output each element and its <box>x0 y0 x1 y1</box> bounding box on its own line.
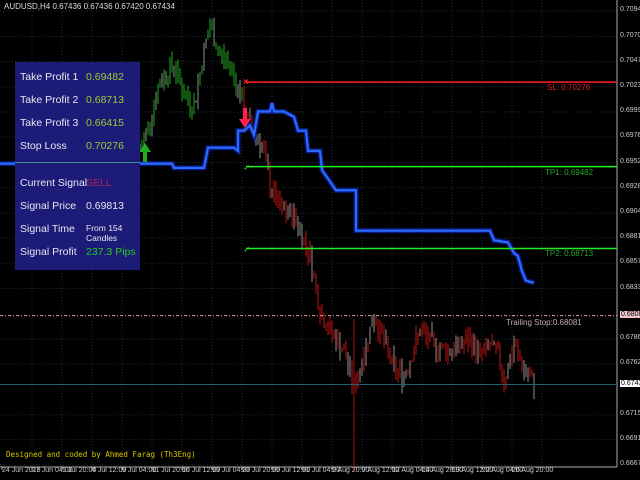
panel-row-value: 237.3 Pips <box>86 246 136 258</box>
price-axis-label: 0.68335 <box>620 283 640 291</box>
panel-row: Take Profit 3 0.66415 <box>20 117 140 131</box>
price-axis-label: 0.67150 <box>620 409 640 417</box>
price-axis-label: 0.66675 <box>620 460 640 468</box>
trading-chart-window: × ✓ ✓ AUDUSD,H4 0.67436 0.67436 0.67420 0.… <box>0 0 640 480</box>
price-axis-label: 0.70470 <box>620 56 640 64</box>
price-axis-label: 0.69760 <box>620 132 640 140</box>
price-axis-label: 0.67860 <box>620 334 640 342</box>
price-axis-label: 0.69520 <box>620 157 640 165</box>
price-axis-label: 0.70705 <box>620 31 640 39</box>
tp2-label: TP2: 0.68713 <box>545 249 594 259</box>
panel-row: Signal Profit 237.3 Pips <box>20 246 140 260</box>
panel-row-label: Take Profit 3 <box>20 117 79 129</box>
price-axis-label: 0.70945 <box>620 6 640 13</box>
panel-row: Take Profit 2 0.68713 <box>20 94 140 108</box>
check-icon: ✓ <box>243 244 251 254</box>
panel-row-label: Take Profit 1 <box>20 71 79 83</box>
check-icon: ✓ <box>243 163 251 173</box>
panel-row-value: SELL <box>86 177 112 189</box>
panel-row-label: Take Profit 2 <box>20 94 79 106</box>
price-axis-label: 0.69045 <box>620 208 640 216</box>
sl-label: SL: 0.70276 <box>547 83 591 93</box>
price-axis-label: 0.69995 <box>620 107 640 115</box>
price-axis-label: 0.70230 <box>620 82 640 90</box>
trailing-price-tag: 0.68081 <box>620 310 640 318</box>
panel-row-label: Signal Profit <box>20 246 77 258</box>
price-axis-label: 0.68810 <box>620 233 640 241</box>
panel-row: Stop Loss 0.70276 <box>20 140 140 154</box>
panel-row: Signal Time From 154 Candles <box>20 223 140 243</box>
panel-row-label: Signal Time <box>20 223 75 235</box>
panel-row-value: 0.69813 <box>86 200 124 212</box>
panel-row: Signal Price 0.69813 <box>20 200 140 214</box>
panel-row-value: 0.66415 <box>86 117 124 129</box>
tp1-label: TP1: 0.69482 <box>545 167 594 177</box>
price-axis-label: 0.69285 <box>620 182 640 190</box>
panel-row-value: 0.68713 <box>86 94 124 106</box>
panel-row: Current Signal SELL <box>20 177 140 191</box>
panel-row-label: Stop Loss <box>20 140 67 152</box>
panel-divider <box>15 162 140 163</box>
chart-title: AUDUSD,H4 0.67436 0.67436 0.67420 0.6743… <box>4 2 175 11</box>
panel-row-value: From 154 Candles <box>86 223 123 243</box>
current-price-tag: 0.67434 <box>620 379 640 387</box>
panel-row-label: Signal Price <box>20 200 77 212</box>
price-axis-label: 0.67625 <box>620 359 640 367</box>
trailing-stop-label: Trailing Stop:0.68081 <box>506 317 582 327</box>
buy-arrow-icon <box>139 143 151 162</box>
price-axis-label: 0.68575 <box>620 258 640 266</box>
price-axis-label: 0.66915 <box>620 434 640 442</box>
sl-x-icon: × <box>243 77 249 88</box>
time-axis-label: 26 Aug 20:00 <box>512 467 554 474</box>
panel-row-value: 0.70276 <box>86 140 124 152</box>
panel-row: Take Profit 1 0.69482 <box>20 71 140 85</box>
panel-row-label: Current Signal <box>20 177 88 189</box>
signal-info-panel: Take Profit 1 0.69482 Take Profit 2 0.68713… <box>15 62 140 270</box>
panel-row-value: 0.69482 <box>86 71 124 83</box>
credit-text: Designed and coded by Ahmed Farag (Th3En… <box>6 450 196 459</box>
